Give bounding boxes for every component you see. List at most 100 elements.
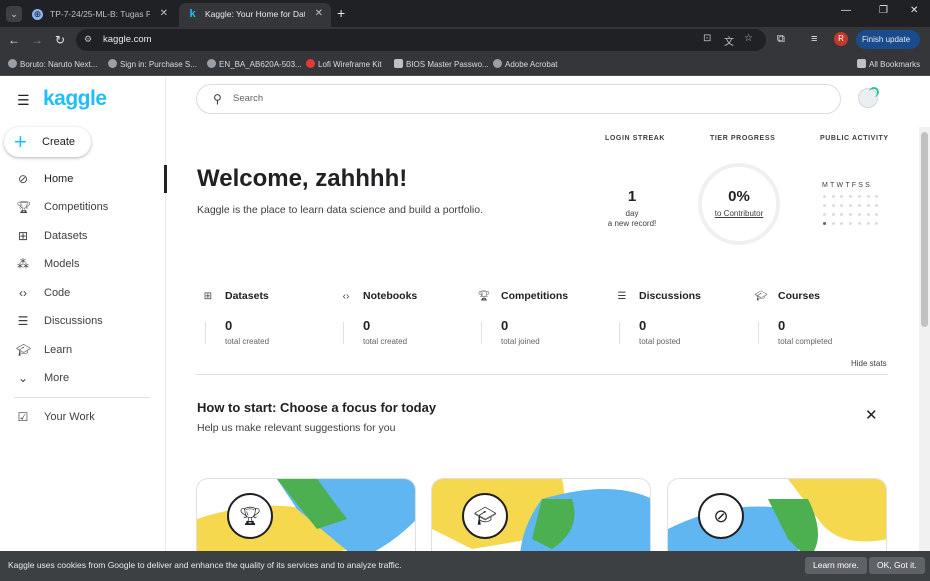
tab-close-icon[interactable]: ✕	[315, 3, 323, 25]
focus-section-subtitle: Help us make relevant suggestions for yo…	[197, 422, 396, 434]
stat-value: 0	[501, 318, 509, 333]
sidebar-item-more[interactable]: ⌄ More	[0, 364, 166, 392]
activity-day-dot	[875, 222, 879, 225]
finish-update-label: Finish update	[862, 35, 911, 44]
activity-day-dot	[857, 213, 861, 216]
table-icon: ⊞	[17, 229, 29, 243]
new-tab-button[interactable]: +	[337, 5, 345, 21]
sidebar-item-label: Home	[44, 173, 74, 185]
finish-update-button[interactable]: Finish update ⋮	[856, 30, 920, 63]
create-button[interactable]: + Create	[4, 127, 91, 157]
bookmark-item[interactable]: Lofi Wireframe Kit	[306, 59, 382, 69]
kaggle-page: ☰ kaggle + Create ⊘ Home 🏆︎ Competitions…	[0, 77, 930, 581]
extensions-icon[interactable]: ⧉	[777, 33, 785, 46]
reading-list-icon[interactable]: ≡	[811, 33, 817, 45]
sidebar-divider	[14, 397, 150, 398]
browser-tab-active[interactable]: k Kaggle: Your Home for Data Sc ✕	[179, 3, 331, 27]
tab-close-icon[interactable]: ✕	[160, 3, 168, 25]
search-input[interactable]: ⚲ Search	[196, 84, 841, 114]
bookmark-item[interactable]: BIOS Master Passwo...	[394, 59, 489, 69]
stat-bar	[343, 322, 344, 344]
globe-icon: ⊕	[32, 9, 43, 20]
activity-day-dot	[875, 195, 879, 198]
sidebar-item-home[interactable]: ⊘ Home	[0, 165, 167, 193]
sidebar-item-learn[interactable]: 🎓︎ Learn	[0, 336, 166, 364]
activity-day-dot	[857, 195, 861, 198]
hide-stats-button[interactable]: Hide stats	[851, 359, 887, 368]
tier-progress-value: 0%	[728, 188, 750, 205]
login-streak-unit: day	[625, 209, 639, 218]
activity-day-dot	[849, 213, 853, 216]
bookmark-item[interactable]: EN_BA_AB620A-503...	[207, 59, 302, 69]
stat-caption: total posted	[639, 337, 681, 346]
site-info-icon[interactable]: ⚙	[84, 34, 96, 46]
stat-caption: total joined	[501, 337, 540, 346]
stat-bar	[205, 322, 206, 344]
graduation-cap-icon: 🎓︎	[462, 493, 508, 539]
tab-search-icon[interactable]: ⌄	[6, 6, 22, 22]
minimize-icon[interactable]: —	[841, 5, 851, 16]
activity-day-dot	[831, 213, 835, 216]
all-bookmarks[interactable]: All Bookmarks	[857, 59, 920, 69]
window-close-icon[interactable]: ✕	[910, 5, 918, 16]
section-divider	[196, 374, 888, 375]
translate-icon[interactable]: 文	[724, 33, 734, 48]
bookmark-item[interactable]: Boruto: Naruto Next...	[8, 59, 97, 69]
trophy-icon: 🏆︎	[477, 291, 491, 302]
address-bar[interactable]: ⚙ kaggle.com ⊡ 文 ☆	[76, 29, 766, 51]
stat-bar	[758, 322, 759, 344]
code-icon: ‹›	[19, 286, 27, 300]
activity-day-dot	[823, 213, 826, 216]
install-app-icon[interactable]: ⊡	[703, 33, 711, 44]
stat-bar	[619, 322, 620, 344]
compass-icon: ⊘	[17, 172, 29, 186]
close-icon[interactable]: ✕	[865, 406, 878, 424]
learn-more-button[interactable]: Learn more.	[805, 557, 867, 574]
bookmark-star-icon[interactable]: ☆	[744, 33, 753, 44]
profile-avatar[interactable]: R	[834, 32, 848, 46]
sidebar-item-discussions[interactable]: ☰ Discussions	[0, 307, 166, 335]
scrollbar-thumb[interactable]	[921, 132, 928, 327]
graduation-cap-icon: 🎓︎	[16, 343, 32, 357]
reload-icon[interactable]: ↻	[52, 33, 68, 47]
sidebar-item-datasets[interactable]: ⊞ Datasets	[0, 222, 166, 250]
back-icon[interactable]: ←	[6, 33, 22, 47]
sidebar-item-code[interactable]: ‹› Code	[0, 279, 166, 307]
login-streak-header: LOGIN STREAK	[605, 135, 666, 142]
sidebar-item-label: More	[44, 372, 70, 384]
sidebar-item-label: Models	[44, 258, 80, 270]
sidebar-item-models[interactable]: ⁂ Models	[0, 250, 166, 278]
bookmarks-bar: Boruto: Naruto Next... Sign in: Purchase…	[0, 54, 930, 76]
kaggle-logo[interactable]: kaggle	[43, 87, 107, 111]
page-title: Welcome, zahhhh!	[197, 165, 408, 192]
activity-day-dot	[831, 222, 835, 225]
discussion-icon: ☰	[17, 314, 29, 328]
trophy-icon: 🏆︎	[16, 200, 32, 214]
browser-tab[interactable]: ⊕ TP-7-24/25-ML-B: Tugas Perte ✕	[24, 3, 176, 27]
browser-toolbar: ← → ↻ ⚙ kaggle.com ⊡ 文 ☆ ⧉ ≡ R Finish up…	[0, 27, 930, 63]
sidebar-item-label: Your Work	[44, 411, 95, 423]
sidebar-item-your-work[interactable]: ☑ Your Work	[0, 403, 166, 431]
bookmark-item[interactable]: Sign in: Purchase S...	[108, 59, 197, 69]
restore-icon[interactable]: ❐	[879, 5, 888, 16]
activity-day-dot	[823, 204, 826, 207]
stat-label: Discussions	[639, 290, 701, 302]
activity-day-dot	[840, 195, 844, 198]
tier-progress-link[interactable]: to Contributor	[698, 209, 780, 218]
login-streak-value: 1	[627, 188, 637, 205]
ok-got-it-button[interactable]: OK, Got it.	[869, 557, 925, 574]
folder-icon	[857, 59, 866, 68]
stat-value: 0	[639, 318, 647, 333]
activity-day-dot	[849, 222, 853, 225]
forward-icon[interactable]: →	[29, 33, 45, 47]
activity-day-dot	[840, 213, 844, 216]
sidebar-item-competitions[interactable]: 🏆︎ Competitions	[0, 193, 166, 221]
public-activity-header: PUBLIC ACTIVITY	[820, 135, 889, 142]
url-text: kaggle.com	[103, 34, 152, 45]
menu-icon[interactable]: ☰	[17, 92, 30, 109]
activity-day-dot	[875, 213, 879, 216]
clipboard-icon: ☑	[17, 410, 29, 424]
user-avatar[interactable]	[858, 87, 879, 108]
activity-day-dot	[849, 195, 853, 198]
bookmark-item[interactable]: Adobe Acrobat	[493, 59, 557, 69]
